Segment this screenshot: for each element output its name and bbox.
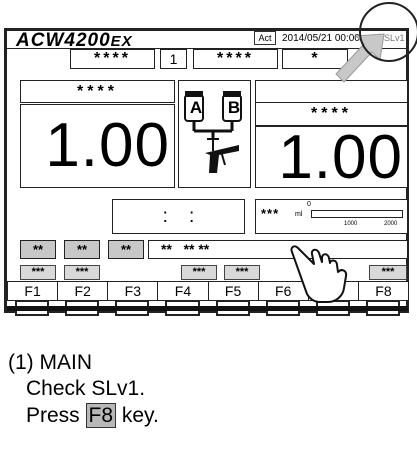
step-line-1: Check SLv1. <box>26 377 146 400</box>
right-value: 1.00 <box>255 126 408 189</box>
left-value: 1.00 <box>20 104 175 188</box>
function-key-label-f5: F5 <box>207 281 259 301</box>
small-button-3[interactable]: *** <box>181 265 217 280</box>
gauge-tick-1000: 1000 <box>344 221 358 227</box>
bottom-bar <box>7 306 408 311</box>
step-line-2: Press F8 key. <box>26 403 159 429</box>
step-line-2-prefix: Press <box>26 404 86 427</box>
volume-gauge: *** ml 0 1000 2000 <box>255 199 408 234</box>
gauge-tick-2000: 2000 <box>384 221 398 227</box>
function-key-label-f1: F1 <box>7 281 59 301</box>
function-key-label-f3: F3 <box>107 281 159 301</box>
function-key-label-f8: F8 <box>357 281 409 301</box>
gauge-stars: *** <box>261 206 280 221</box>
gauge-tick-0: 0 <box>307 201 311 208</box>
valve-diagram: A B <box>178 80 251 188</box>
f8-key-label: F8 <box>85 403 117 428</box>
step-line-2-suffix: key. <box>116 404 159 427</box>
function-key-label-f2: F2 <box>57 281 109 301</box>
act-badge: Act <box>254 31 276 45</box>
small-button-2[interactable]: *** <box>64 265 100 280</box>
small-button-4[interactable]: *** <box>224 265 260 280</box>
top-left-field: **** <box>70 49 155 69</box>
gauge-bar <box>311 210 403 218</box>
gauge-unit: ml <box>295 211 303 218</box>
hand-pointer-icon <box>290 245 348 303</box>
top-number-field: 1 <box>160 49 187 69</box>
valve-a-label: A <box>189 98 203 117</box>
status-button-3[interactable]: ** <box>108 240 144 259</box>
valve-b-label: B <box>227 98 241 117</box>
left-label: **** <box>20 80 175 103</box>
top-middle-field: **** <box>193 49 278 69</box>
step-title: (1) MAIN <box>8 351 92 374</box>
spray-gun-icon <box>184 91 242 173</box>
status-button-2[interactable]: ** <box>64 240 100 259</box>
status-text-field: ** ** ** <box>148 240 408 259</box>
status-button-1[interactable]: ** <box>20 240 56 259</box>
small-button-1[interactable]: *** <box>20 265 56 280</box>
highlight-circle <box>359 2 417 62</box>
function-key-label-f4: F4 <box>157 281 209 301</box>
time-field: : : <box>112 199 245 234</box>
small-button-5[interactable]: *** <box>369 265 407 280</box>
